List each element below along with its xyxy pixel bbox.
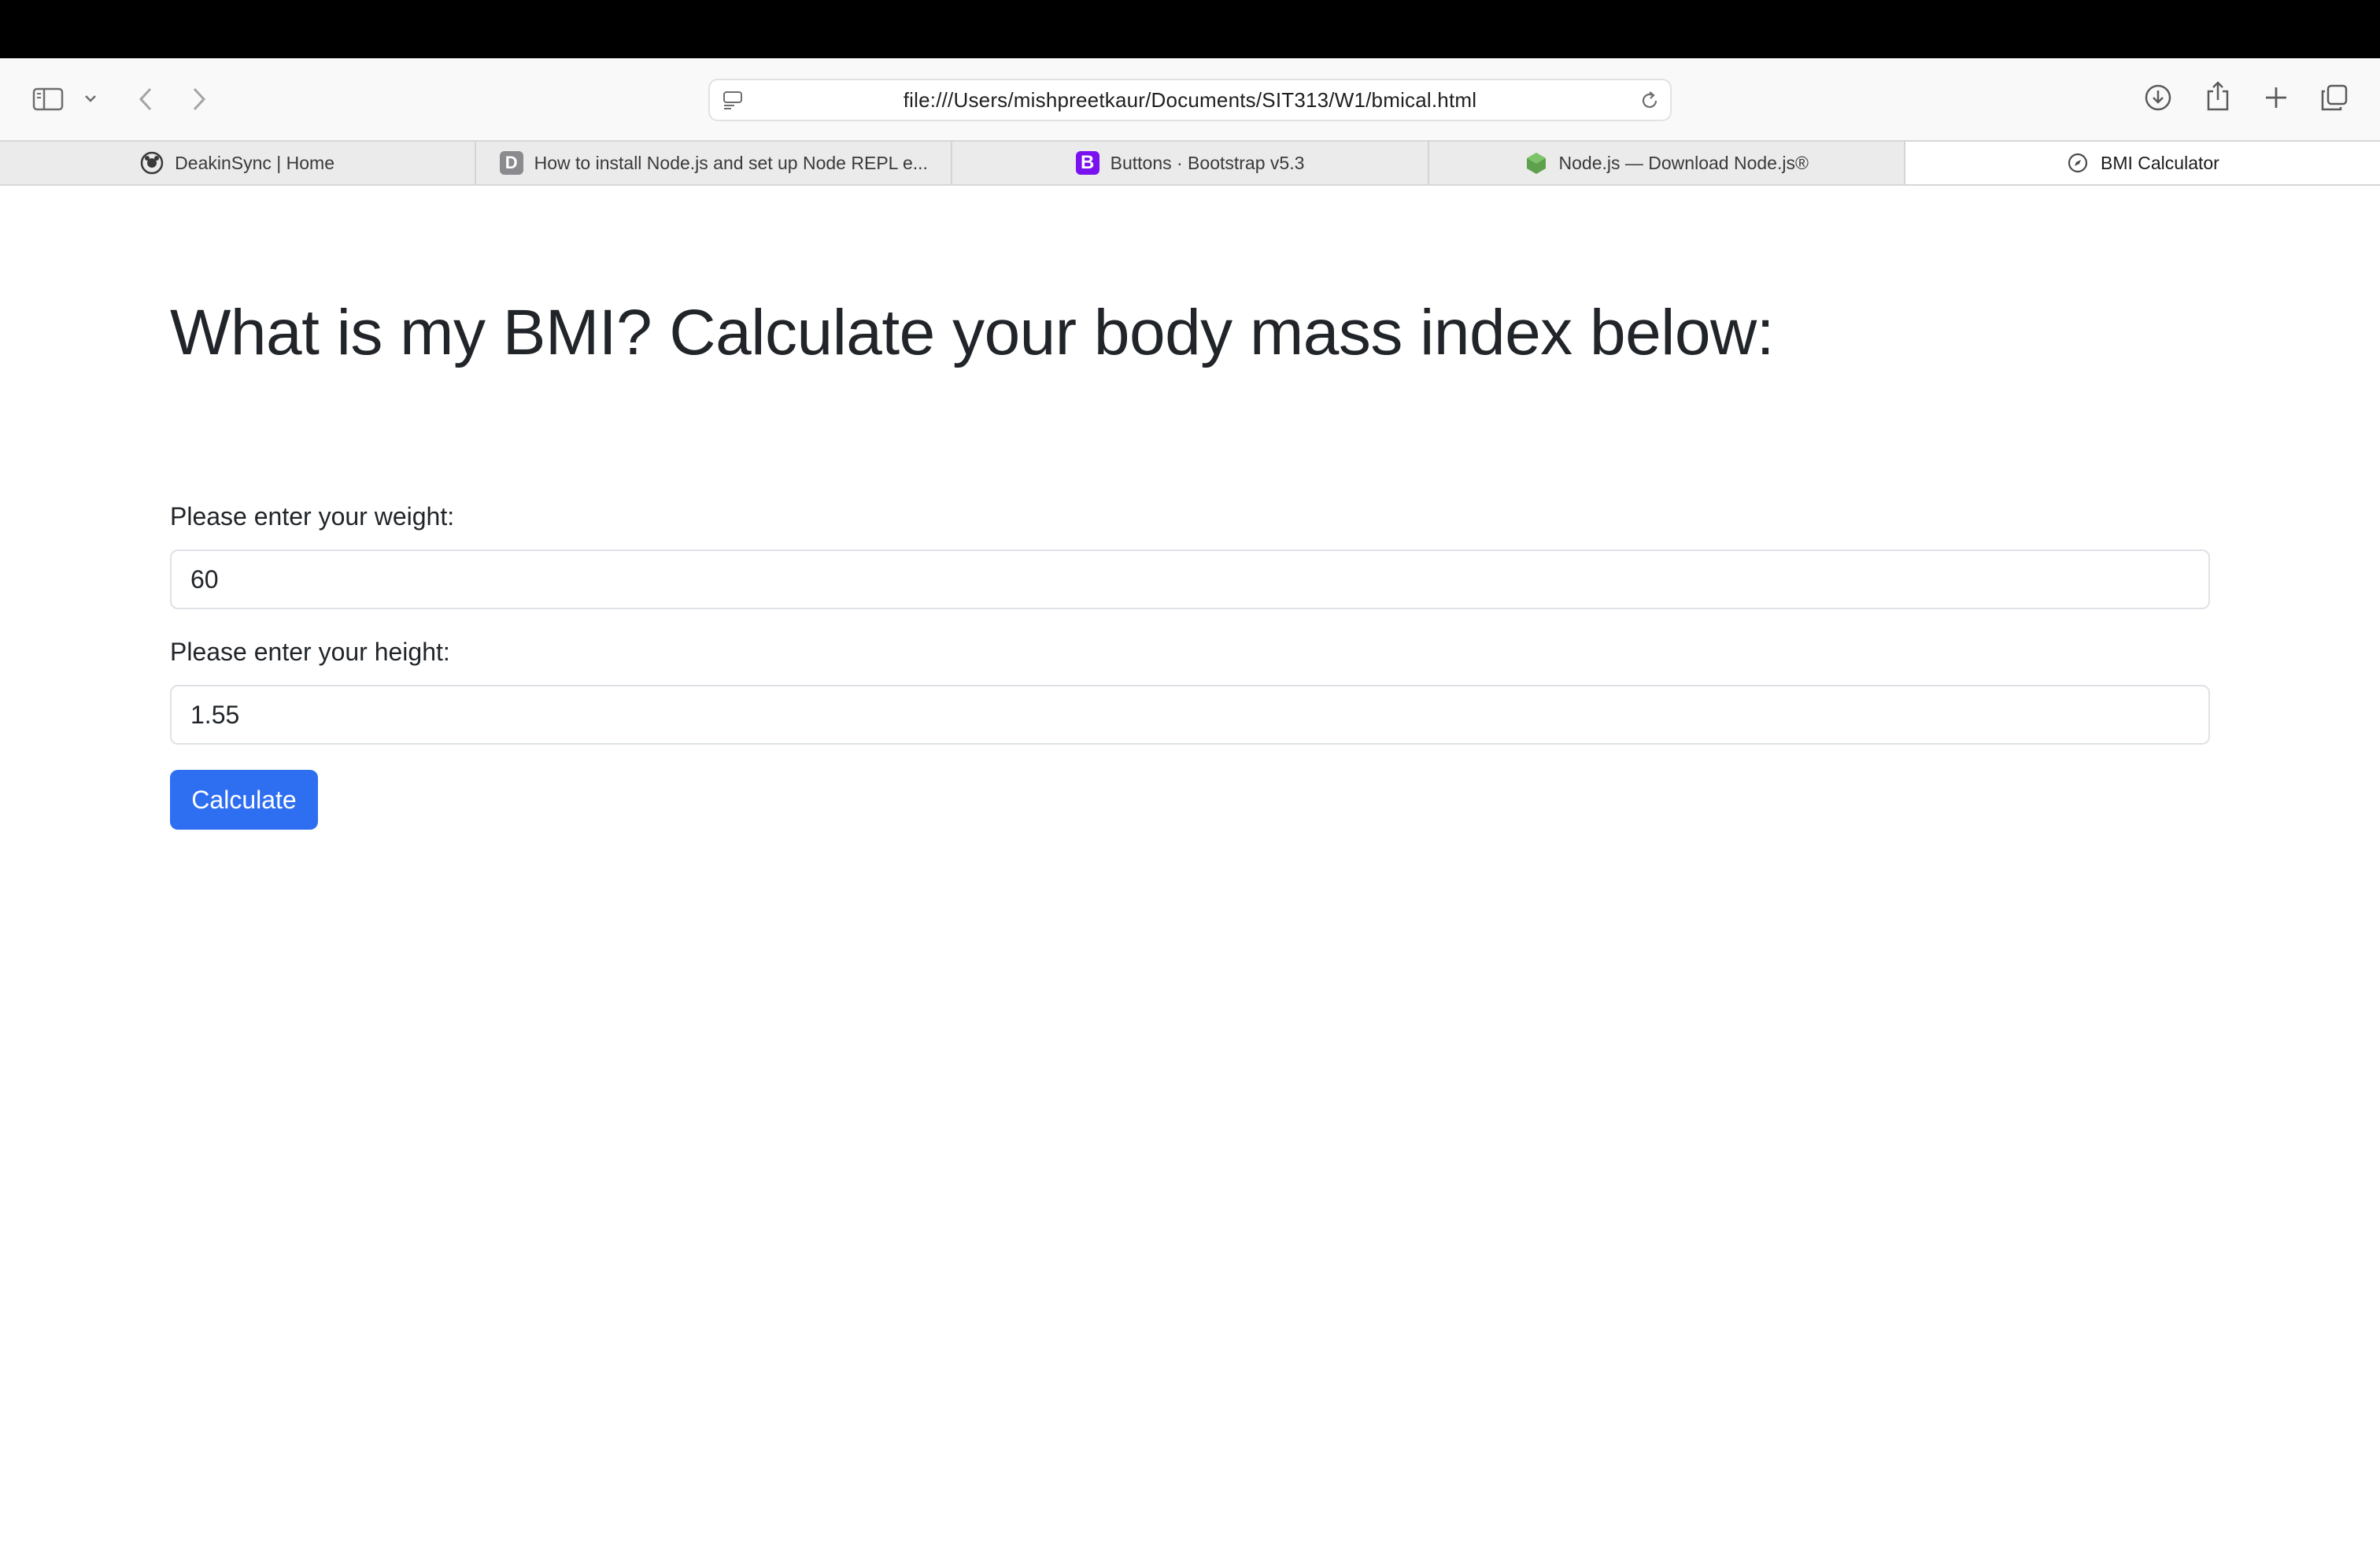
sidebar-icon[interactable] — [30, 85, 66, 113]
weight-input[interactable] — [170, 549, 2210, 609]
nodejs-icon — [1524, 151, 1548, 175]
browser-toolbar: file:///Users/mishpreetkaur/Documents/SI… — [0, 58, 2380, 140]
tab-label: Buttons · Bootstrap v5.3 — [1110, 152, 1305, 173]
reload-icon[interactable] — [1637, 88, 1662, 113]
download-icon[interactable] — [2142, 82, 2174, 113]
tab-nodejs-download[interactable]: Node.js — Download Node.js® — [1429, 142, 1905, 184]
d-icon: D — [499, 151, 523, 175]
share-icon[interactable] — [2204, 79, 2232, 113]
url-text[interactable]: file:///Users/mishpreetkaur/Documents/SI… — [710, 80, 1670, 120]
back-button[interactable] — [132, 83, 159, 115]
page-title: What is my BMI? Calculate your body mass… — [170, 297, 1775, 368]
menu-bar-area — [0, 0, 2380, 58]
plus-icon[interactable] — [2260, 82, 2292, 113]
tab-overview-icon[interactable] — [2319, 82, 2350, 113]
weight-label: Please enter your weight: — [170, 502, 455, 531]
height-label: Please enter your height: — [170, 638, 450, 666]
tab-bootstrap-buttons[interactable]: B Buttons · Bootstrap v5.3 — [952, 142, 1429, 184]
tab-bar: DeakinSync | Home D How to install Node.… — [0, 140, 2380, 186]
chevron-down-icon[interactable] — [82, 90, 99, 107]
height-input[interactable] — [170, 685, 2210, 745]
calculate-button[interactable]: Calculate — [170, 770, 318, 830]
tab-label: DeakinSync | Home — [175, 152, 335, 173]
tab-bmi-calculator[interactable]: BMI Calculator — [1905, 142, 2380, 184]
bootstrap-icon: B — [1075, 151, 1099, 175]
tab-label: How to install Node.js and set up Node R… — [534, 152, 928, 173]
address-bar[interactable]: file:///Users/mishpreetkaur/Documents/SI… — [708, 79, 1672, 121]
tab-deakinsync[interactable]: DeakinSync | Home — [0, 142, 477, 184]
tab-label: BMI Calculator — [2101, 152, 2219, 173]
forward-button[interactable] — [186, 83, 213, 115]
compass-icon — [2066, 151, 2090, 175]
tab-label: Node.js — Download Node.js® — [1558, 152, 1809, 173]
tab-nodejs-install[interactable]: D How to install Node.js and set up Node… — [476, 142, 953, 184]
deakin-icon — [140, 151, 164, 175]
